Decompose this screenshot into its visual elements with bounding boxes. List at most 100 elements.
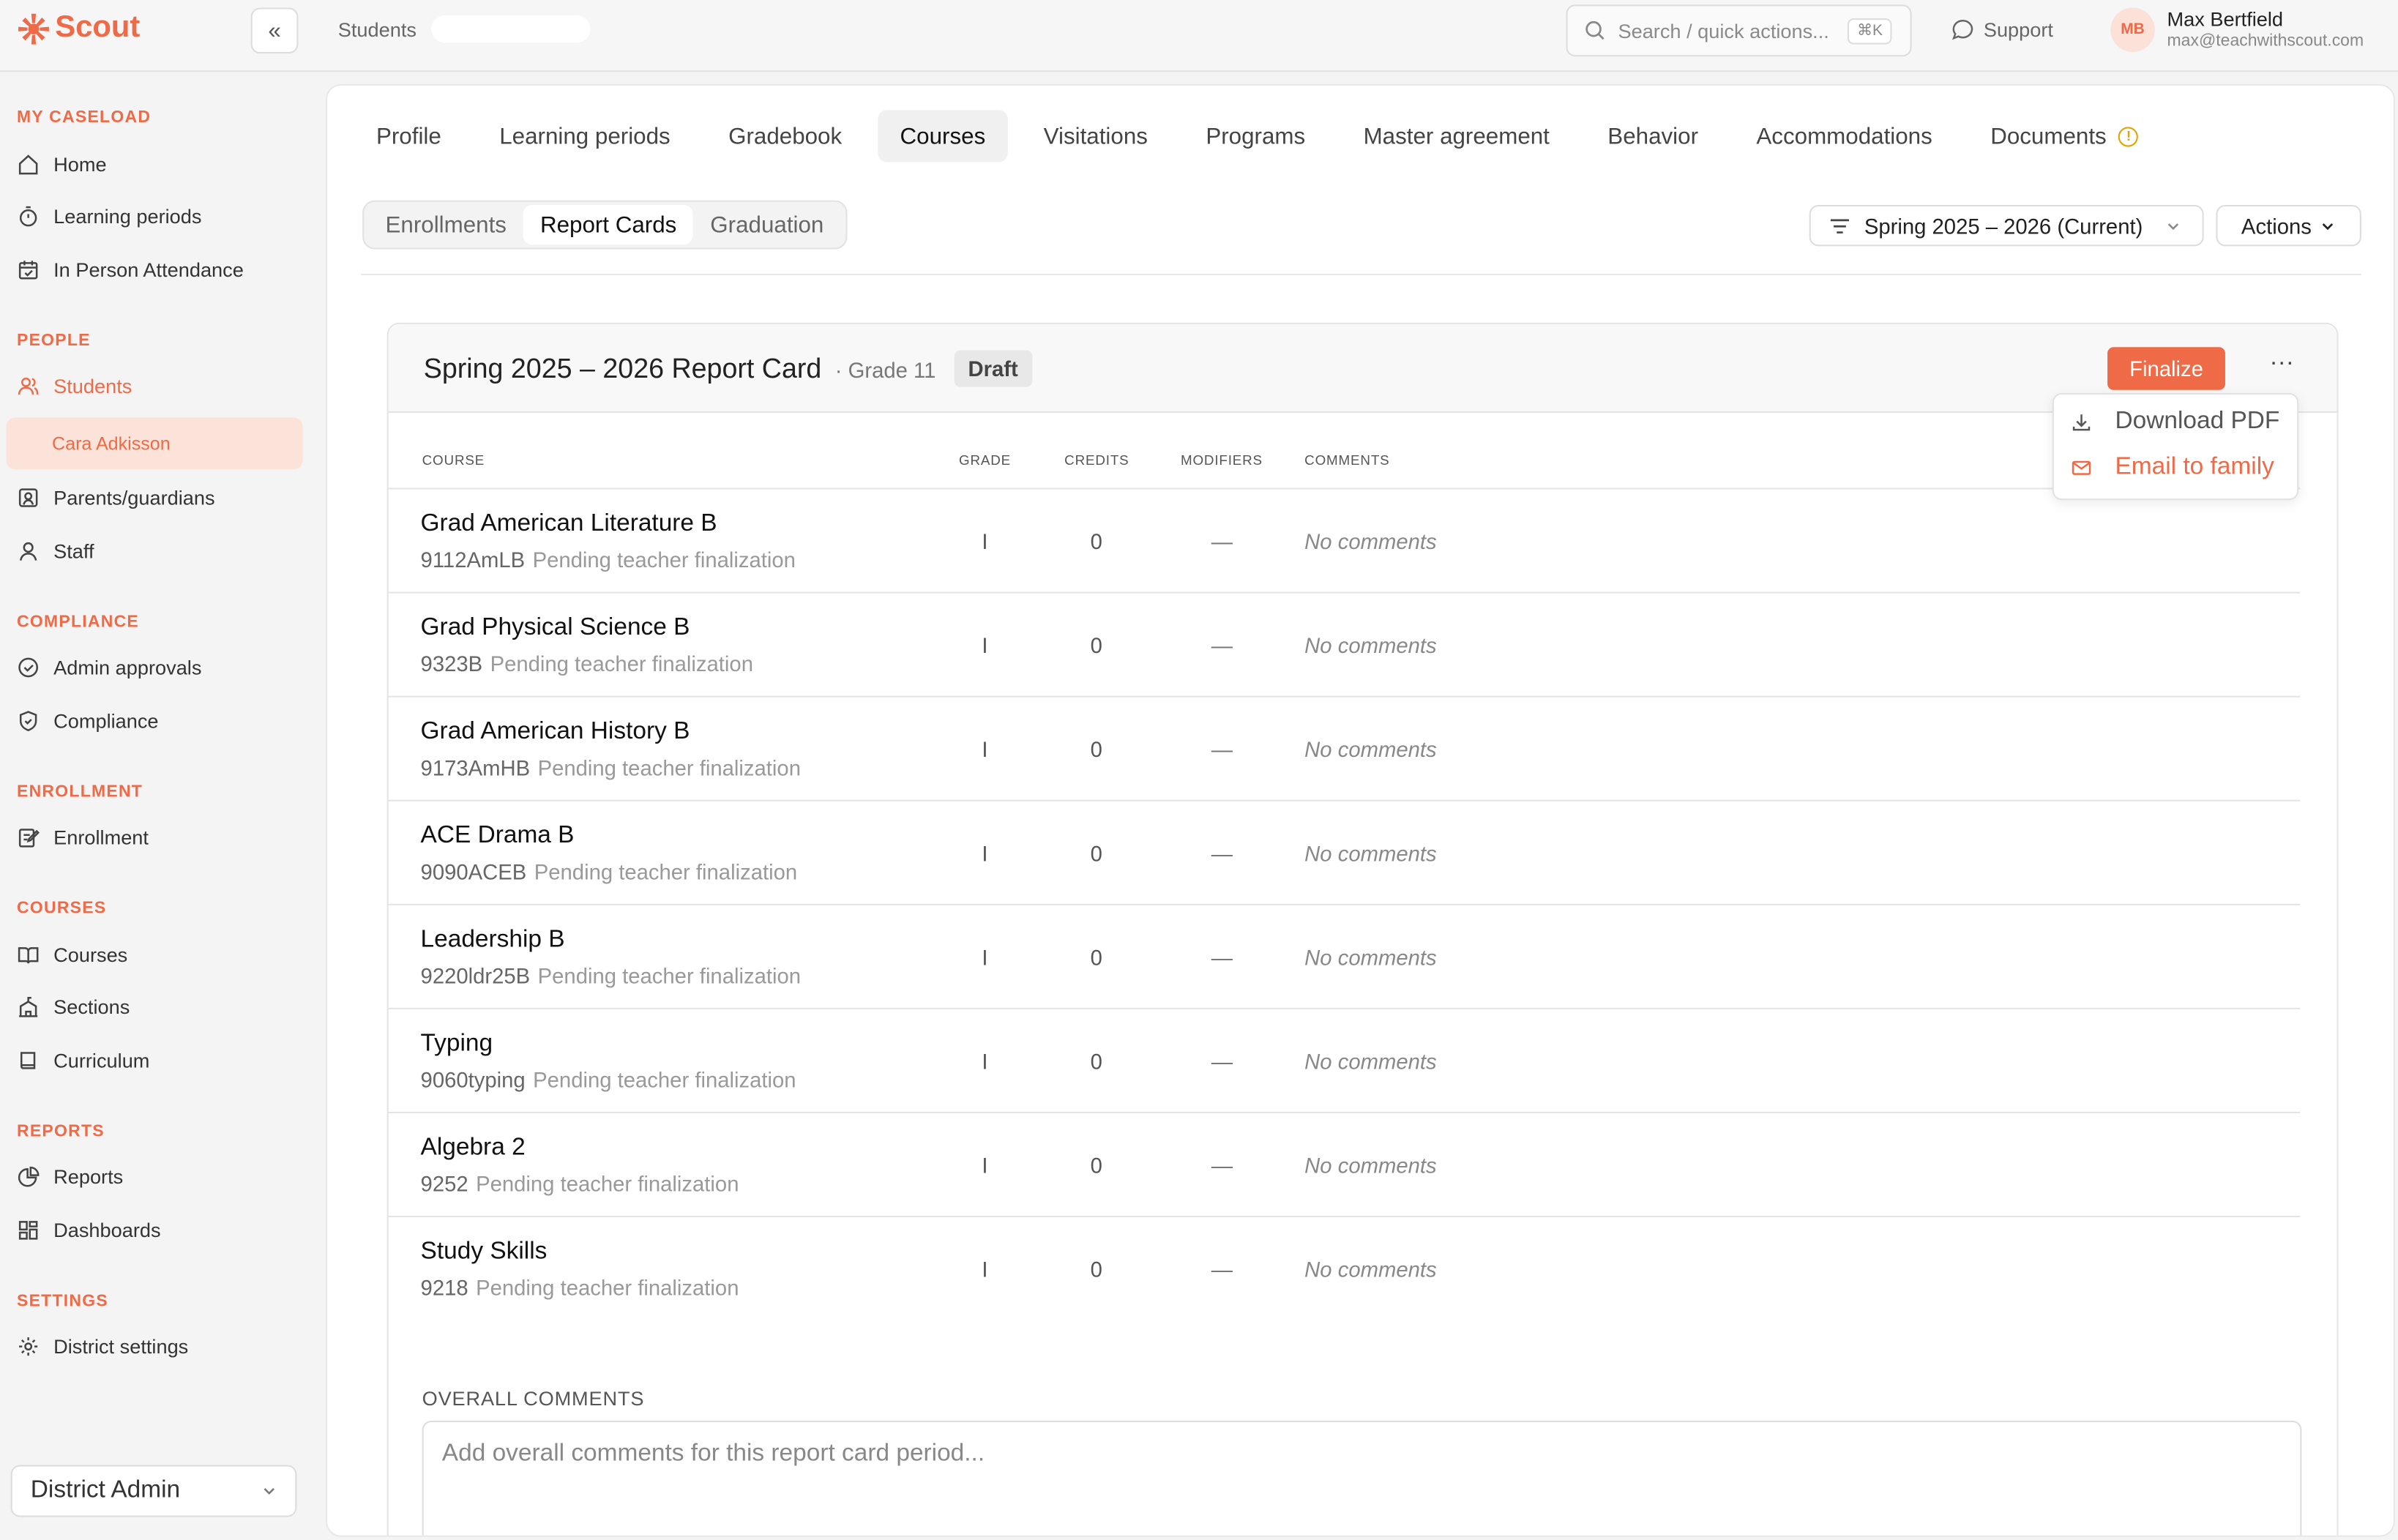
course-comments[interactable]: No comments <box>1304 529 1436 553</box>
course-modifiers: — <box>1211 945 1233 970</box>
course-name[interactable]: Study Skills <box>421 1238 548 1266</box>
course-code: 9112AmLB <box>420 547 526 572</box>
course-credits: 0 <box>1090 1049 1102 1074</box>
sidebar-item-cara-adkisson[interactable]: Cara Adkisson <box>6 417 303 470</box>
collapse-sidebar-button[interactable]: « <box>250 7 299 54</box>
table-row[interactable]: Grad American Literature B 9112AmLB Pendin… <box>386 487 2301 591</box>
course-comments[interactable]: No comments <box>1304 633 1436 657</box>
period-filter-select[interactable]: Spring 2025 – 2026 (Current) <box>1809 204 2204 247</box>
email-to-family-item[interactable]: Email to family <box>2071 455 2274 482</box>
course-name[interactable]: Leadership B <box>421 927 565 954</box>
sidebar-item-staff[interactable]: Staff <box>17 540 94 563</box>
sidebar-item-label: District settings <box>53 1334 189 1358</box>
sidebar-item-home[interactable]: Home <box>17 153 107 176</box>
tab-documents[interactable]: Documents! <box>1968 110 2162 162</box>
sidebar-item-dashboards[interactable]: Dashboards <box>17 1219 161 1242</box>
course-comments[interactable]: No comments <box>1304 1257 1436 1281</box>
more-options-button[interactable]: ··· <box>2266 350 2297 386</box>
course-name[interactable]: ACE Drama B <box>421 823 575 851</box>
course-grade: I <box>982 1257 988 1282</box>
course-comments[interactable]: No comments <box>1304 1049 1436 1073</box>
avatar[interactable]: MB <box>2110 7 2155 53</box>
warning-icon: ! <box>2118 126 2139 146</box>
course-subtabs: Enrollments Report Cards Graduation <box>362 200 847 250</box>
sidebar-item-label: Compliance <box>53 709 159 733</box>
course-grade: I <box>982 945 988 970</box>
sidebar-item-reports[interactable]: Reports <box>17 1165 123 1188</box>
overall-comments-input[interactable]: Add overall comments for this report car… <box>422 1420 2302 1536</box>
course-name[interactable]: Grad American Literature B <box>421 511 717 539</box>
table-row[interactable]: Typing 9060typing Pending teacher finaliza… <box>386 1007 2301 1112</box>
course-status: Pending teacher finalization <box>537 755 801 780</box>
subtab-graduation[interactable]: Graduation <box>693 205 840 244</box>
contact-card-icon <box>18 488 38 507</box>
course-comments[interactable]: No comments <box>1304 841 1436 865</box>
table-row[interactable]: Leadership B 9220ldr25B Pending teacher fi… <box>386 903 2301 1008</box>
chevron-down-icon <box>2167 223 2179 230</box>
download-pdf-label: Download PDF <box>2115 408 2280 435</box>
download-icon <box>2072 414 2091 431</box>
course-modifiers: — <box>1211 1049 1233 1074</box>
support-button[interactable]: Support <box>1951 18 2053 41</box>
course-status: Pending teacher finalization <box>476 1171 739 1196</box>
course-code: 9090ACEB <box>420 859 527 884</box>
search-input[interactable]: Search / quick actions... ⌘K <box>1566 4 1912 57</box>
table-row[interactable]: ACE Drama B 9090ACEB Pending teacher final… <box>386 799 2301 904</box>
actions-button[interactable]: Actions <box>2216 204 2361 247</box>
course-comments[interactable]: No comments <box>1304 737 1436 761</box>
table-row[interactable]: Study Skills 9218 Pending teacher finaliza… <box>386 1215 2301 1320</box>
section-settings: SETTINGS <box>16 1292 108 1311</box>
role-select[interactable]: District Admin <box>10 1465 297 1517</box>
sidebar-item-in-person-attendance[interactable]: In Person Attendance <box>17 258 244 281</box>
tab-programs[interactable]: Programs <box>1183 110 1329 162</box>
course-name[interactable]: Grad American History B <box>421 719 690 747</box>
report-card-menu: Download PDF Email to family <box>2052 392 2299 501</box>
course-code: 9323B <box>420 651 483 676</box>
table-row[interactable]: Algebra 2 9252 Pending teacher finalizatio… <box>386 1111 2301 1216</box>
tab-gradebook[interactable]: Gradebook <box>706 110 865 162</box>
course-credits: 0 <box>1090 1257 1102 1282</box>
course-status: Pending teacher finalization <box>476 1275 739 1300</box>
search-icon <box>1585 20 1605 40</box>
sidebar-item-district-settings[interactable]: District settings <box>17 1335 188 1358</box>
course-code-line: 9090ACEB Pending teacher finalization <box>421 859 798 883</box>
sidebar-item-parents-guardians[interactable]: Parents/guardians <box>17 486 215 509</box>
tab-profile[interactable]: Profile <box>354 110 465 162</box>
download-pdf-item[interactable]: Download PDF <box>2071 408 2279 436</box>
sidebar-item-learning-periods[interactable]: Learning periods <box>17 204 202 228</box>
tab-visitations[interactable]: Visitations <box>1020 110 1170 162</box>
sidebar-item-compliance[interactable]: Compliance <box>17 709 159 733</box>
sidebar-item-sections[interactable]: Sections <box>17 995 130 1018</box>
brand-name: Scout <box>55 10 141 45</box>
course-name[interactable]: Algebra 2 <box>421 1135 526 1162</box>
sidebar-item-enrollment[interactable]: Enrollment <box>17 826 149 849</box>
sidebar-item-admin-approvals[interactable]: Admin approvals <box>17 656 201 679</box>
breadcrumb[interactable]: Students <box>338 18 417 41</box>
course-grade: I <box>982 1049 988 1074</box>
tab-behavior[interactable]: Behavior <box>1585 110 1721 162</box>
table-row[interactable]: Grad American History B 9173AmHB Pending t… <box>386 695 2301 800</box>
sidebar-item-label: Learning periods <box>53 204 202 228</box>
tab-learning-periods[interactable]: Learning periods <box>477 110 693 162</box>
subtab-report-cards[interactable]: Report Cards <box>523 204 694 245</box>
report-card-header: Spring 2025 – 2026 Report Card · Grade 1… <box>388 324 2337 414</box>
scout-logo[interactable]: Scout <box>17 11 140 46</box>
tab-master-agreement[interactable]: Master agreement <box>1340 110 1572 162</box>
tab-courses[interactable]: Courses <box>877 110 1009 162</box>
chevron-down-icon <box>264 1488 274 1495</box>
course-comments[interactable]: No comments <box>1304 1153 1436 1177</box>
sidebar-item-curriculum[interactable]: Curriculum <box>17 1049 149 1072</box>
sidebar-item-courses[interactable]: Courses <box>17 943 127 966</box>
sidebar-item-students[interactable]: Students <box>17 375 132 397</box>
course-code-line: 9252 Pending teacher finalization <box>421 1171 739 1195</box>
finalize-button[interactable]: Finalize <box>2107 347 2225 390</box>
table-row[interactable]: Grad Physical Science B 9323B Pending teac… <box>386 591 2301 696</box>
subtab-enrollments[interactable]: Enrollments <box>369 205 523 244</box>
column-header-credits: CREDITS <box>1064 452 1129 468</box>
course-grade: I <box>982 528 988 554</box>
filter-icon <box>1830 218 1849 233</box>
course-name[interactable]: Grad Physical Science B <box>421 615 690 643</box>
course-comments[interactable]: No comments <box>1304 945 1436 969</box>
tab-accommodations[interactable]: Accommodations <box>1733 110 1955 162</box>
course-name[interactable]: Typing <box>421 1031 493 1058</box>
